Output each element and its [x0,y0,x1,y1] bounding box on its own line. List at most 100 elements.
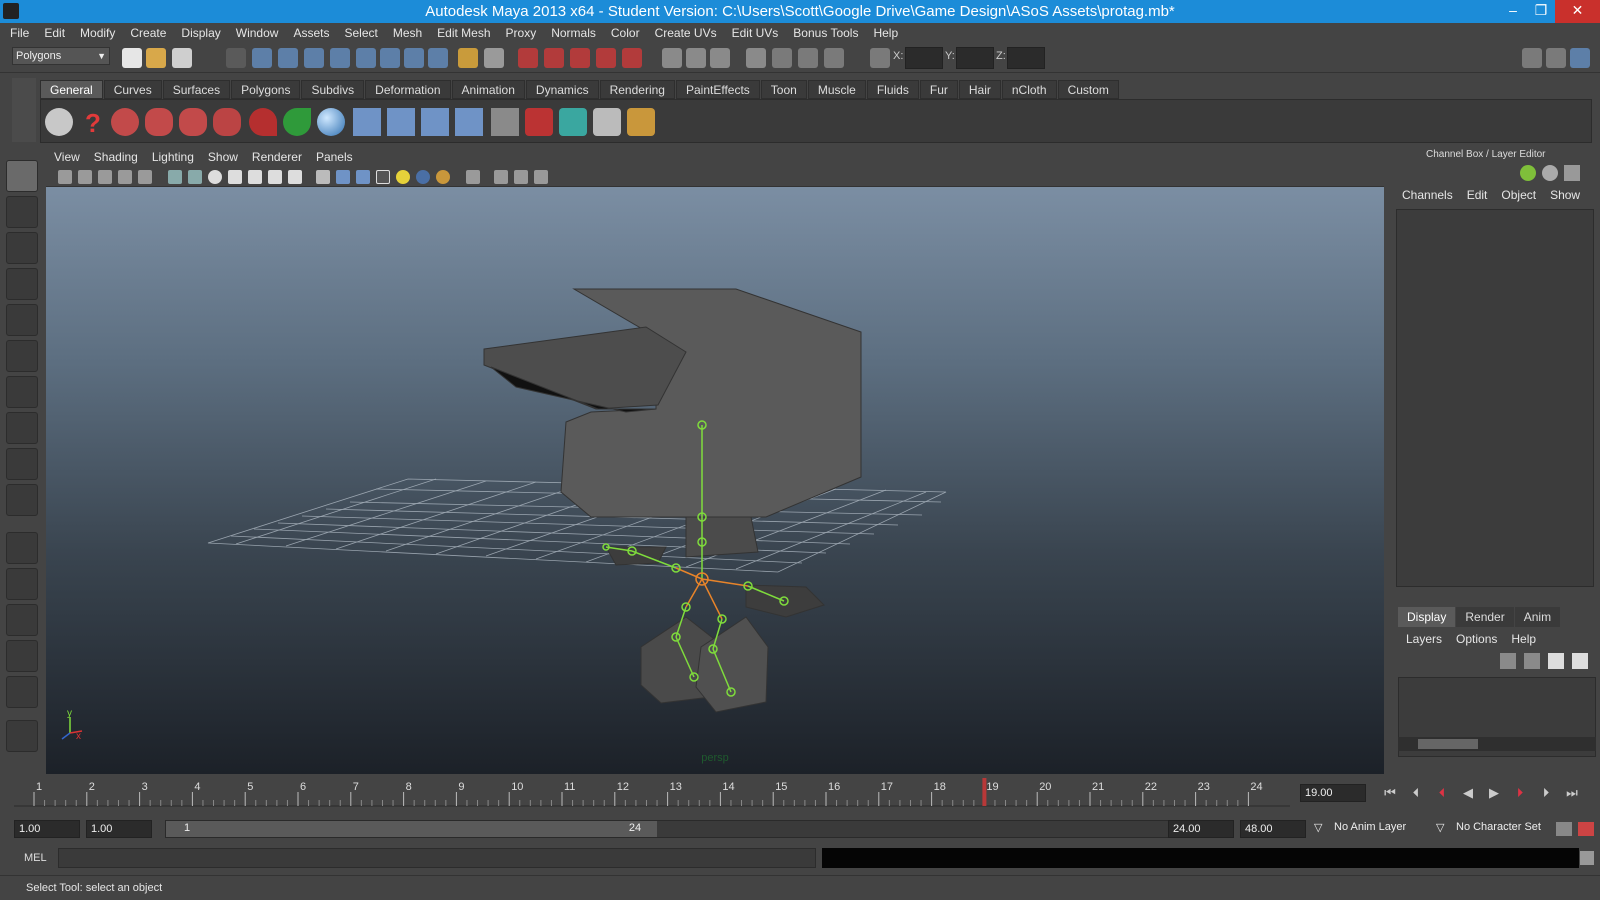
joint-tool-icon[interactable] [353,108,381,136]
snap-view-plane-icon[interactable] [596,48,616,68]
smooth-shade-icon[interactable] [336,170,350,184]
attribute-editor-toggle-icon[interactable] [1522,48,1542,68]
chevron-down-icon[interactable]: ▽ [1436,821,1444,834]
character-set-dropdown[interactable]: No Character Set [1456,821,1541,833]
script-editor-icon[interactable] [1580,851,1594,865]
snap-curve-icon[interactable] [544,48,564,68]
paint-weights-icon[interactable] [525,108,553,136]
ambient-occlusion-icon[interactable] [436,170,450,184]
channels-edit-menu[interactable]: Edit [1467,188,1488,202]
minimize-button[interactable]: – [1499,0,1527,23]
menu-edit-mesh[interactable]: Edit Mesh [437,26,490,40]
open-scene-icon[interactable] [146,48,166,68]
go-to-start-icon[interactable]: ⏮ [1380,783,1400,803]
render-settings-icon[interactable] [824,48,844,68]
tool-settings-icon[interactable] [1564,165,1580,181]
step-forward-key-icon[interactable]: ⏵ [1510,783,1530,803]
step-back-frame-icon[interactable]: ⏴ [1406,783,1426,803]
attribute-icon[interactable] [1542,165,1558,181]
move-tool-icon[interactable] [6,268,38,300]
object-mode-icon[interactable] [278,48,298,68]
shelf-tab-polygons[interactable]: Polygons [231,80,301,99]
hierarchy-mode-icon[interactable] [252,48,272,68]
last-tool-icon[interactable] [6,448,38,480]
gate-mask-icon[interactable] [228,170,242,184]
film-reel-icon[interactable] [45,108,73,136]
menu-mesh[interactable]: Mesh [393,26,422,40]
maya-app-icon[interactable] [3,3,19,19]
shelf-tab-dynamics[interactable]: Dynamics [525,80,599,99]
layer-tab-display[interactable]: Display [1398,607,1456,627]
viewport-menu-panels[interactable]: Panels [316,150,353,164]
layer-tab-anim[interactable]: Anim [1514,607,1561,627]
cube-cyan-icon[interactable] [559,108,587,136]
layers-options-menu[interactable]: Options [1456,632,1497,646]
soft-mod-tool-icon[interactable] [6,412,38,444]
go-to-end-icon[interactable]: ⏭ [1562,783,1582,803]
layers-help-menu[interactable]: Help [1511,632,1536,646]
auto-key-icon[interactable] [1556,822,1572,836]
close-button[interactable]: ✕ [1555,0,1600,23]
lasso-tool-icon[interactable] [6,196,38,228]
green-arrow-icon[interactable] [283,108,311,136]
menu-modify[interactable]: Modify [80,26,115,40]
menu-normals[interactable]: Normals [551,26,596,40]
shelf-tab-muscle[interactable]: Muscle [807,80,866,99]
highlight-selection-icon[interactable] [484,48,504,68]
current-frame-marker[interactable] [982,778,987,806]
make-live-icon[interactable] [622,48,642,68]
select-camera-icon[interactable] [58,170,72,184]
snap-grid-icon[interactable] [518,48,538,68]
shelf-tab-rendering[interactable]: Rendering [599,80,675,99]
shelf-tab-hair[interactable]: Hair [958,80,1001,99]
output-ops-icon[interactable] [686,48,706,68]
xray-active-icon[interactable] [514,170,528,184]
z-field[interactable] [1007,47,1045,69]
y-field[interactable] [956,47,994,69]
viewport-menu-show[interactable]: Show [208,150,238,164]
xray-icon[interactable] [494,170,508,184]
shelf-tab-fluids[interactable]: Fluids [866,80,919,99]
outliner-icon[interactable] [491,108,519,136]
input-ops-icon[interactable] [662,48,682,68]
viewport-menu-view[interactable]: View [54,150,80,164]
viewport-menu-shading[interactable]: Shading [94,150,138,164]
transform-mode-icon[interactable] [870,48,890,68]
film-gate-icon[interactable] [188,170,202,184]
ipr-render-icon[interactable] [798,48,818,68]
scrollbar-thumb[interactable] [1418,739,1478,749]
new-layer-selected-icon[interactable] [1572,653,1588,669]
move-layer-up-icon[interactable] [1500,653,1516,669]
help-question-icon[interactable]: ? [79,108,107,138]
layout-four-icon[interactable] [6,568,38,600]
select-surfaces-icon[interactable] [404,48,424,68]
current-frame-field[interactable]: 19.00 [1300,784,1366,802]
shelf-tab-animation[interactable]: Animation [451,80,525,99]
menu-display[interactable]: Display [181,26,220,40]
new-layer-icon[interactable] [1548,653,1564,669]
menu-set-dropdown[interactable]: Polygons ▼ [12,47,110,65]
channel-box-icon[interactable] [1520,165,1536,181]
wireframe-icon[interactable] [316,170,330,184]
wireframe-on-shaded-icon[interactable] [356,170,370,184]
safe-action-icon[interactable] [268,170,282,184]
menu-color[interactable]: Color [611,26,640,40]
select-tool-icon[interactable] [6,160,38,192]
layers-menu[interactable]: Layers [1406,632,1442,646]
camera-aim-up-icon[interactable] [179,108,207,136]
grid-toggle-icon[interactable] [168,170,182,184]
viewport-menu-renderer[interactable]: Renderer [252,150,302,164]
paint-brush-icon[interactable] [627,108,655,136]
shelf-menu-handle[interactable] [12,78,36,142]
menu-help[interactable]: Help [873,26,898,40]
lock-selection-icon[interactable] [458,48,478,68]
cube-grid-icon[interactable] [593,108,621,136]
question-mark-icon[interactable] [428,48,448,68]
layer-tab-render[interactable]: Render [1456,607,1514,627]
layer-list-scrollbar[interactable] [1398,737,1596,751]
layout-graph-icon[interactable] [6,640,38,672]
menu-window[interactable]: Window [236,26,279,40]
render-view-icon[interactable] [746,48,766,68]
bookmarks-icon[interactable] [98,170,112,184]
select-curves-icon[interactable] [380,48,400,68]
